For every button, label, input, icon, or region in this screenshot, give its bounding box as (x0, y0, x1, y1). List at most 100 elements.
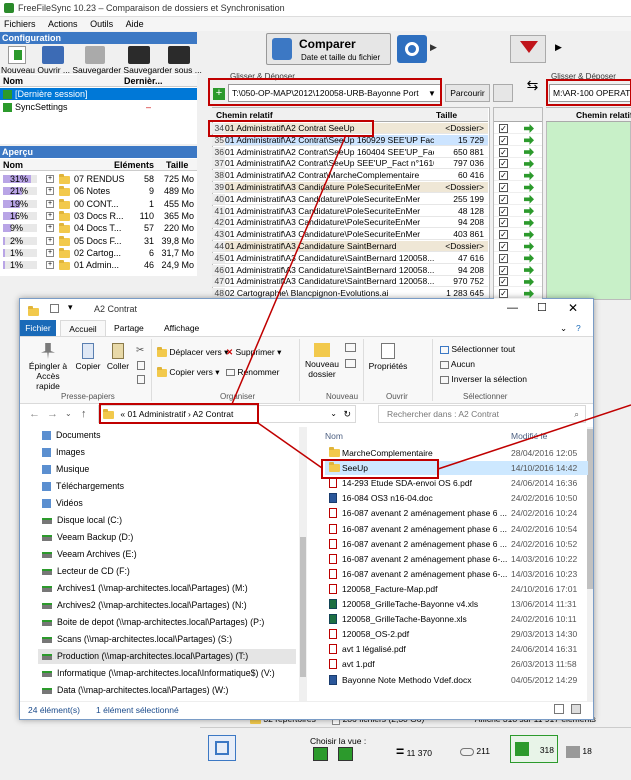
sync-direction-icon[interactable] (524, 159, 534, 169)
nav-recent-button[interactable]: ⌄ (65, 409, 72, 418)
close-button[interactable]: ✕ (568, 301, 578, 315)
nav-item[interactable]: Data (\\map-architectes.local\Partages) … (42, 683, 300, 698)
select-all-button[interactable]: Sélectionner tout (440, 344, 515, 354)
save-batch-button[interactable] (168, 46, 190, 64)
nav-item[interactable]: Musique (42, 462, 300, 477)
nav-back-button[interactable]: ← (29, 408, 40, 420)
file-col-name[interactable]: Nom (325, 429, 343, 443)
grid-row[interactable]: 3701 Administratif\A2 Contrat\SeeUp SEE'… (212, 158, 488, 170)
grid-row[interactable]: 4001 Administratif\A3 Candidature\PoleSe… (212, 193, 488, 205)
right-newer-filter-button[interactable]: 318 (510, 735, 558, 763)
compare-button[interactable]: Comparer Date et taille du fichier (266, 33, 391, 65)
address-dropdown-icon[interactable]: ⌄ (330, 406, 337, 422)
grid-row[interactable]: 4401 Administratif\A3 Candidature SaintB… (212, 241, 488, 252)
file-col-date[interactable]: Modifié le (511, 429, 547, 443)
delete-button[interactable]: ✕ Supprimer ▾ (226, 347, 281, 358)
expand-icon[interactable]: + (46, 224, 54, 233)
sync-direction-icon[interactable] (524, 265, 534, 275)
file-row[interactable]: 120058_OS-2.pdf 29/03/2013 14:30 (325, 627, 588, 641)
copy-button[interactable]: Copier (75, 343, 101, 371)
row-checkbox[interactable]: ✓ (499, 218, 508, 228)
row-checkbox[interactable]: ✓ (499, 230, 508, 240)
file-row[interactable]: SeeUp 14/10/2016 14:42 (325, 461, 588, 476)
overview-row[interactable]: 1% +01 Admin... 46 24,9 Mo (0, 259, 197, 271)
nav-item[interactable]: Archives1 (\\map-architectes.local\Parta… (42, 581, 300, 596)
tab-accueil[interactable]: Accueil (60, 320, 106, 336)
new-config-button[interactable] (8, 46, 26, 64)
paste-button[interactable]: Coller (105, 343, 131, 371)
grid-row[interactable]: 4501 Administratif\A3 Candidature\SaintB… (212, 252, 488, 264)
move-to-button[interactable]: Déplacer vers ▾ (157, 346, 228, 358)
details-view-icon[interactable] (554, 704, 564, 714)
row-checkbox[interactable]: ✓ (499, 242, 508, 251)
nav-item[interactable]: Téléchargements (42, 479, 300, 494)
diff-filter-button[interactable]: 211 (460, 740, 508, 762)
row-checkbox[interactable]: ✓ (499, 277, 508, 287)
equal-filter-button[interactable]: = 11 370 (396, 740, 448, 762)
grid-row[interactable]: 4201 Administratif\A3 Candidature\PoleSe… (212, 217, 488, 229)
sync-direction-icon[interactable] (524, 206, 534, 216)
grid-row[interactable]: 4601 Administratif\A3 Candidature\SaintB… (212, 264, 488, 276)
left-folder-input[interactable]: T:\050-OP-MAP\2012\120058-URB-Bayonne Po… (228, 84, 441, 102)
qat-dropdown-icon[interactable]: ▾ (68, 302, 73, 313)
compare-dropdown-icon[interactable]: ▶ (430, 42, 437, 53)
file-row[interactable]: Bayonne Note Methodo Vdef.docx 04/05/2012… (325, 673, 588, 687)
grid-row[interactable]: 3501 Administratif\A2 Contrat\SeeUp 1609… (212, 134, 488, 146)
copy-path-icon[interactable] (137, 361, 145, 370)
cloud-button[interactable] (493, 84, 513, 102)
new-item-icon[interactable] (345, 343, 356, 352)
sync-direction-icon[interactable] (524, 289, 534, 299)
right-folder-input[interactable]: M:\AR-100 OPERATI (549, 84, 631, 102)
config-item-syncsettings[interactable]: SyncSettings – (0, 101, 197, 113)
breadcrumb-seg2[interactable]: A2 Contrat (193, 409, 234, 419)
tiles-view-icon[interactable] (571, 704, 581, 714)
overview-row[interactable]: 19% +00 CONT... 1 455 Mo (0, 198, 197, 210)
grid-row[interactable]: 3901 Administratif\A3 Candidature PoleSe… (212, 182, 488, 193)
file-row[interactable]: 120058_Facture-Map.pdf 24/10/2016 17:01 (325, 582, 588, 596)
nav-item[interactable]: Production (\\map-architectes.local\Part… (38, 649, 296, 664)
nav-forward-button[interactable]: → (47, 408, 58, 420)
overview-row[interactable]: 1% +02 Cartog... 6 31,7 Mo (0, 247, 197, 259)
row-checkbox[interactable]: ✓ (499, 124, 508, 133)
properties-button[interactable]: Propriétés (368, 343, 408, 371)
nav-up-button[interactable]: ↑ (81, 408, 87, 420)
expand-icon[interactable]: + (46, 175, 54, 183)
row-checkbox[interactable]: ✓ (499, 183, 508, 192)
tab-affichage[interactable]: Affichage (164, 320, 199, 336)
file-row[interactable]: avt 1 légalisé.pdf 24/06/2014 16:31 (325, 642, 588, 656)
sync-direction-icon[interactable] (524, 171, 534, 181)
overview-row[interactable]: 2% +05 Docs F... 31 39,8 Mo (0, 235, 197, 247)
nav-item[interactable]: Documents (42, 428, 300, 443)
nav-item[interactable]: Images (42, 445, 300, 460)
right-grid-col-path[interactable]: Chemin relatif (576, 110, 631, 120)
grid-row[interactable]: 3401 Administratif\A2 Contrat SeeUp <Doss… (212, 123, 488, 134)
grid-row[interactable]: 3801 Administratif\A2 Contrat\MarcheComp… (212, 170, 488, 182)
left-folder-dropdown-icon[interactable]: ▼ (428, 89, 436, 98)
sync-direction-icon[interactable] (524, 253, 534, 263)
filter-dropdown-icon[interactable]: ▶ (555, 42, 562, 53)
row-checkbox[interactable]: ✓ (499, 159, 508, 169)
expand-icon[interactable]: + (46, 248, 54, 257)
nav-item[interactable]: Boite de depot (\\map-architectes.local\… (42, 615, 300, 630)
expand-icon[interactable]: + (46, 236, 54, 245)
file-row[interactable]: 14-293 Etude SDA-envoi OS 6.pdf 24/06/201… (325, 476, 588, 490)
sync-button[interactable] (208, 735, 236, 761)
file-row[interactable]: 120058_GrilleTache-Bayonne.xls 24/02/2016… (325, 612, 588, 626)
expand-icon[interactable]: + (46, 211, 54, 220)
file-row[interactable]: 120058_GrilleTache-Bayonne v4.xls 13/06/2… (325, 597, 588, 611)
expand-icon[interactable]: + (46, 199, 54, 208)
easy-access-icon[interactable] (345, 359, 356, 368)
invert-selection-button[interactable]: Inverser la sélection (440, 374, 527, 384)
browse-button[interactable]: Parcourir (445, 84, 490, 102)
nav-item[interactable]: Informatique (\\map-architectes.local\In… (42, 666, 300, 681)
grid-row[interactable]: 4101 Administratif\A3 Candidature\PoleSe… (212, 205, 488, 217)
menu-outils[interactable]: Outils (90, 19, 113, 29)
row-checkbox[interactable]: ✓ (499, 265, 508, 275)
refresh-icon[interactable]: ↻ (343, 406, 351, 422)
sync-direction-icon[interactable] (524, 124, 534, 133)
expand-icon[interactable]: + (46, 261, 54, 270)
grid-col-size[interactable]: Taille (436, 108, 457, 122)
sync-direction-icon[interactable] (524, 230, 534, 240)
sync-direction-icon[interactable] (524, 147, 534, 157)
sync-direction-icon[interactable] (524, 194, 534, 204)
